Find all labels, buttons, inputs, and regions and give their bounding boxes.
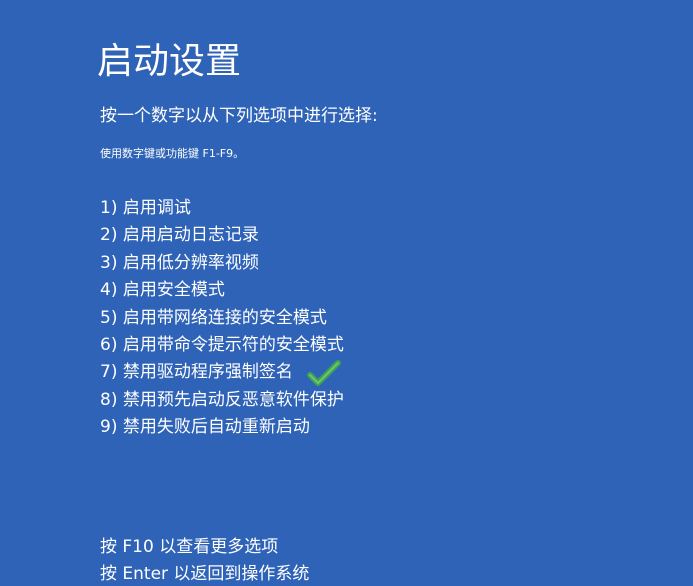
option-label: 9) 禁用失败后自动重新启动 — [100, 417, 310, 438]
option-label: 8) 禁用预先启动反恶意软件保护 — [100, 389, 344, 410]
option-disable-early-launch-antimalware[interactable]: 8) 禁用预先启动反恶意软件保护 — [100, 387, 344, 414]
more-options-hint: 按 F10 以查看更多选项 — [100, 537, 279, 557]
option-label: 4) 启用安全模式 — [100, 280, 225, 301]
option-enable-low-resolution-video[interactable]: 3) 启用低分辨率视频 — [100, 250, 344, 277]
green-check-icon — [306, 360, 341, 388]
startup-options-list: 1) 启用调试 2) 启用启动日志记录 3) 启用低分辨率视频 4) 启用安全模… — [100, 195, 344, 442]
option-enable-safe-mode[interactable]: 4) 启用安全模式 — [100, 277, 344, 304]
option-label: 5) 启用带网络连接的安全模式 — [100, 307, 327, 328]
page-title: 启动设置 — [97, 41, 242, 82]
option-safe-mode-networking[interactable]: 5) 启用带网络连接的安全模式 — [100, 305, 344, 332]
option-label: 1) 启用调试 — [100, 198, 191, 218]
option-disable-driver-signature-enforcement[interactable]: 7) 禁用驱动程序强制签名 — [100, 359, 344, 388]
option-disable-automatic-restart[interactable]: 9) 禁用失败后自动重新启动 — [100, 414, 344, 441]
option-label: 6) 启用带命令提示符的安全模式 — [100, 334, 344, 355]
instruction-text: 按一个数字以从下列选项中进行选择: — [100, 106, 378, 126]
hint-text: 使用数字键或功能键 F1-F9。 — [100, 147, 245, 160]
option-enable-boot-logging[interactable]: 2) 启用启动日志记录 — [100, 222, 344, 249]
option-label: 2) 启用启动日志记录 — [100, 225, 259, 246]
option-label: 7) 禁用驱动程序强制签名 — [100, 362, 293, 383]
return-to-os-hint: 按 Enter 以返回到操作系统 — [100, 564, 310, 584]
option-safe-mode-command-prompt[interactable]: 6) 启用带命令提示符的安全模式 — [100, 332, 344, 359]
option-label: 3) 启用低分辨率视频 — [100, 252, 259, 273]
option-enable-debugging[interactable]: 1) 启用调试 — [100, 195, 344, 222]
startup-settings-screen: 启动设置 按一个数字以从下列选项中进行选择: 使用数字键或功能键 F1-F9。 … — [0, 0, 693, 584]
